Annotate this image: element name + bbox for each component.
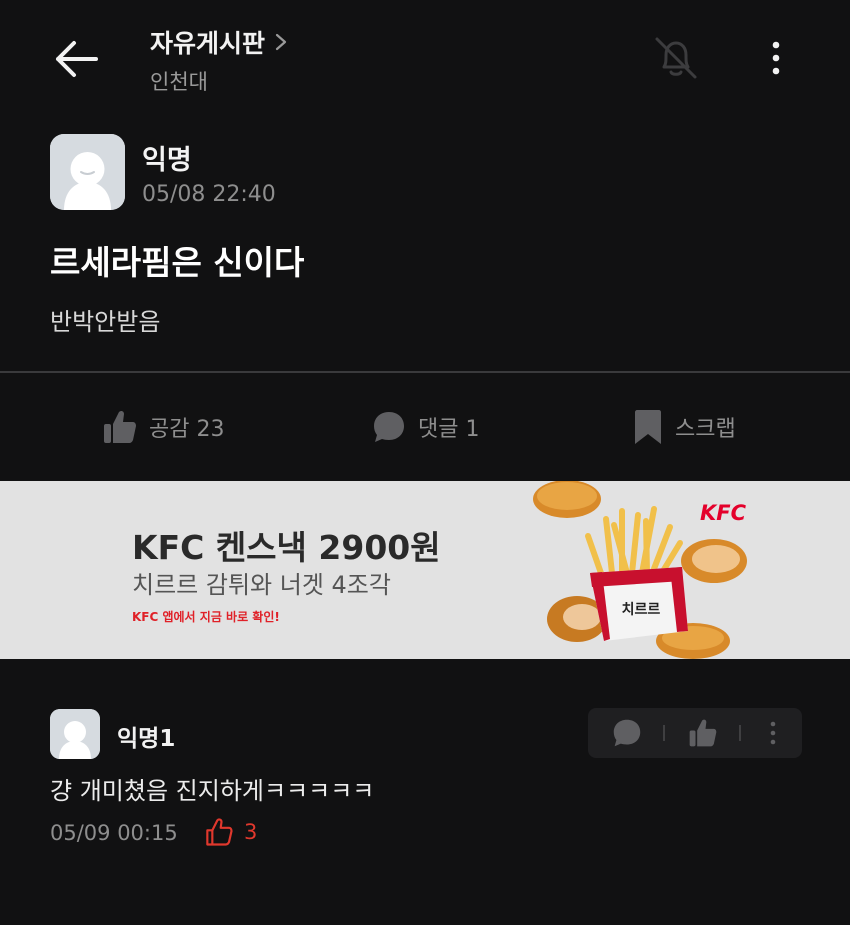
ad-subtitle: 치르르 감튀와 너겟 4조각: [132, 571, 391, 599]
fries-box-label: 치르르: [622, 602, 661, 618]
thumbs-up-outline-icon: [206, 818, 233, 846]
post-body: 반박안받음: [50, 308, 161, 336]
post-title: 르세라핌은 신이다: [50, 243, 305, 282]
anonymous-avatar-icon: [50, 134, 125, 210]
anonymous-avatar-icon: [50, 709, 100, 759]
ad-cta-text: KFC 앱에서 지금 바로 확인!: [132, 610, 280, 624]
scrap-label: 스크랩: [675, 417, 736, 442]
more-vertical-icon: [772, 41, 780, 75]
post-datetime: 05/08 22:40: [142, 182, 276, 207]
separator: [663, 725, 665, 741]
like-button[interactable]: 공감 23: [103, 405, 224, 449]
thumbs-up-icon: [689, 719, 717, 747]
comment-like-count: 3: [204, 817, 257, 847]
ad-banner[interactable]: KFC 켄스낵 2900원 치르르 감튀와 너겟 4조각 KFC 앱에서 지금 …: [0, 481, 850, 659]
notification-toggle-button[interactable]: [650, 34, 702, 82]
speech-bubble-icon: [374, 412, 404, 442]
comment-text: 걍 개미쳤음 진지하게ㅋㅋㅋㅋㅋ: [50, 777, 375, 805]
author-avatar: [50, 134, 125, 210]
thumbs-up-icon: [104, 410, 136, 443]
chevron-right-icon: [275, 33, 287, 51]
board-title-link[interactable]: 자유게시판: [150, 24, 287, 60]
board-subtitle: 인천대: [150, 70, 208, 94]
comment-author: 익명1: [117, 726, 176, 752]
board-title: 자유게시판: [150, 29, 266, 58]
separator: [739, 725, 741, 741]
bell-off-icon: [655, 37, 697, 79]
comment-like-button[interactable]: [688, 718, 718, 748]
more-vertical-icon: [770, 721, 776, 745]
reply-button[interactable]: [612, 718, 642, 748]
app-header: 자유게시판 인천대: [0, 0, 850, 110]
comment-actions-bar: [588, 708, 802, 758]
back-arrow-icon: [56, 41, 98, 77]
comment-button[interactable]: 댓글 1: [372, 405, 479, 449]
divider: [0, 371, 850, 373]
speech-bubble-icon: [613, 719, 641, 747]
ad-title: KFC 켄스낵 2900원: [132, 528, 441, 567]
scrap-button[interactable]: 스크랩: [633, 405, 736, 449]
bookmark-icon: [635, 410, 661, 444]
comment-datetime: 05/09 00:15: [50, 821, 178, 845]
like-count-label: 공감 23: [149, 417, 225, 442]
comment-avatar: [50, 709, 100, 759]
back-button[interactable]: [50, 36, 102, 82]
more-options-button[interactable]: [764, 40, 788, 78]
post-author: 익명: [142, 145, 192, 176]
comment-count-label: 댓글 1: [418, 417, 480, 442]
comment-like-number: 3: [244, 820, 258, 844]
comment-more-button[interactable]: [758, 718, 788, 748]
fries-and-nuggets-image: 치르르: [533, 481, 747, 659]
